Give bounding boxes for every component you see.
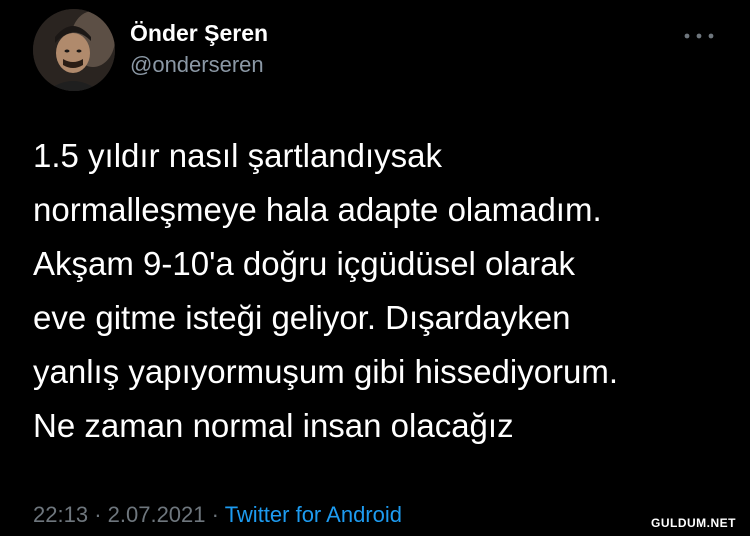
tweet-text-line: normalleşmeye hala adapte olamadım. (33, 191, 602, 228)
display-name[interactable]: Önder Şeren (130, 20, 268, 47)
meta-separator: · (94, 502, 102, 527)
tweet-time[interactable]: 22:13 (33, 502, 88, 527)
tweet-source-link[interactable]: Twitter for Android (225, 502, 402, 527)
meta-separator: · (211, 502, 219, 527)
tweet-text-line: 1.5 yıldır nasıl şartlandıysak (33, 137, 443, 174)
avatar-image (33, 9, 115, 91)
more-horizontal-icon (684, 33, 714, 39)
watermark: GULDUM.NET (651, 516, 736, 530)
tweet-meta: 22:13 · 2.07.2021 · Twitter for Android (33, 502, 402, 528)
tweet-text-line: Akşam 9-10'a doğru içgüdüsel olarak (33, 245, 575, 282)
tweet-text: 1.5 yıldır nasıl şartlandıysak normalleş… (33, 129, 733, 453)
tweet-card: Önder Şeren @onderseren 1.5 yıldır nasıl… (0, 0, 750, 536)
tweet-text-line: eve gitme isteği geliyor. Dışardayken (33, 299, 571, 336)
avatar[interactable] (33, 9, 115, 91)
tweet-text-line: yanlış yapıyormuşum gibi hissediyorum. (33, 353, 619, 390)
more-options-button[interactable] (682, 26, 716, 46)
tweet-date[interactable]: 2.07.2021 (108, 502, 206, 527)
user-handle[interactable]: @onderseren (130, 52, 264, 78)
tweet-text-line: Ne zaman normal insan olacağız (33, 407, 514, 444)
